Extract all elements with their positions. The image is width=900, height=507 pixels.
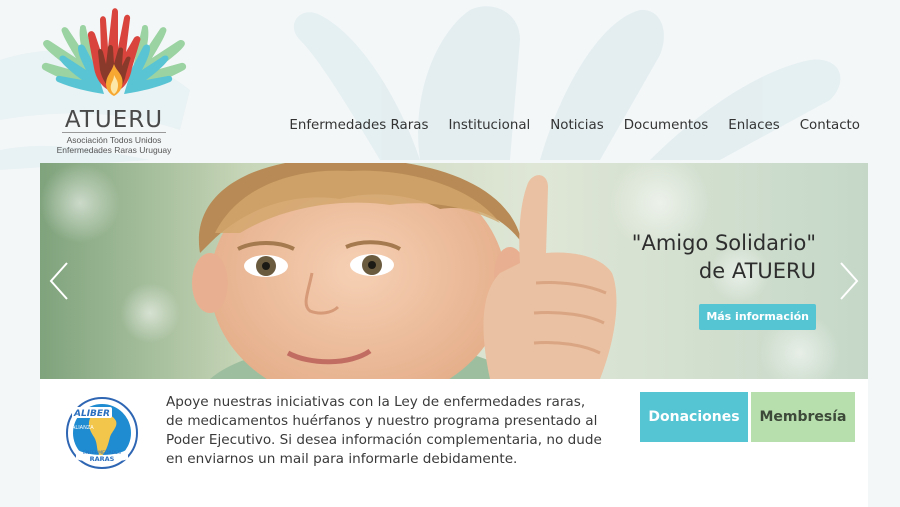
nav-item-contacto[interactable]: Contacto: [800, 118, 860, 133]
nav-item-documentos[interactable]: Documentos: [624, 118, 709, 133]
hero-title-line1: "Amigo Solidario": [631, 231, 816, 255]
more-info-button[interactable]: Más información: [699, 304, 816, 330]
aliber-logo-small: ALIANZA: [72, 425, 94, 431]
info-paragraph: Apoye nuestras iniciativas con la Ley de…: [166, 394, 602, 467]
hero-title-line2: de ATUERU: [698, 259, 816, 283]
aliber-logo[interactable]: ALIBER ALIANZA ENFERMEDADES RARAS: [66, 397, 138, 469]
logo-subtitle: Asociación Todos Unidos Enfermedades Rar…: [38, 135, 190, 155]
nav-item-enlaces[interactable]: Enlaces: [728, 118, 779, 133]
membership-button[interactable]: Membresía: [751, 392, 855, 442]
nav-item-noticias[interactable]: Noticias: [550, 118, 603, 133]
hero-slider: "Amigo Solidario" de ATUERU Más informac…: [40, 163, 868, 379]
logo-subtitle-line2: Enfermedades Raras Uruguay: [56, 145, 172, 155]
chevron-left-icon[interactable]: [48, 261, 70, 301]
aliber-logo-bottom2: RARAS: [90, 455, 115, 463]
hero-title: "Amigo Solidario" de ATUERU: [632, 229, 816, 285]
hands-flame-logo-icon: [41, 8, 187, 96]
logo-name: ATUERU: [64, 107, 164, 133]
nav-item-enfermedades-raras[interactable]: Enfermedades Raras: [289, 118, 428, 133]
chevron-right-icon[interactable]: [838, 261, 860, 301]
aliber-logo-text: ALIBER: [73, 409, 110, 419]
logo-divider: [62, 132, 166, 133]
logo-subtitle-line1: Asociación Todos Unidos: [66, 135, 162, 145]
atueru-logo[interactable]: ATUERU Asociación Todos Unidos Enfermeda…: [38, 8, 190, 156]
donate-button[interactable]: Donaciones: [640, 392, 748, 442]
main-nav: Enfermedades Raras Institucional Noticia…: [269, 118, 860, 133]
info-section: ALIBER ALIANZA ENFERMEDADES RARAS Apoye …: [40, 379, 868, 507]
site-header: ATUERU Asociación Todos Unidos Enfermeda…: [0, 0, 900, 163]
nav-item-institucional[interactable]: Institucional: [448, 118, 530, 133]
